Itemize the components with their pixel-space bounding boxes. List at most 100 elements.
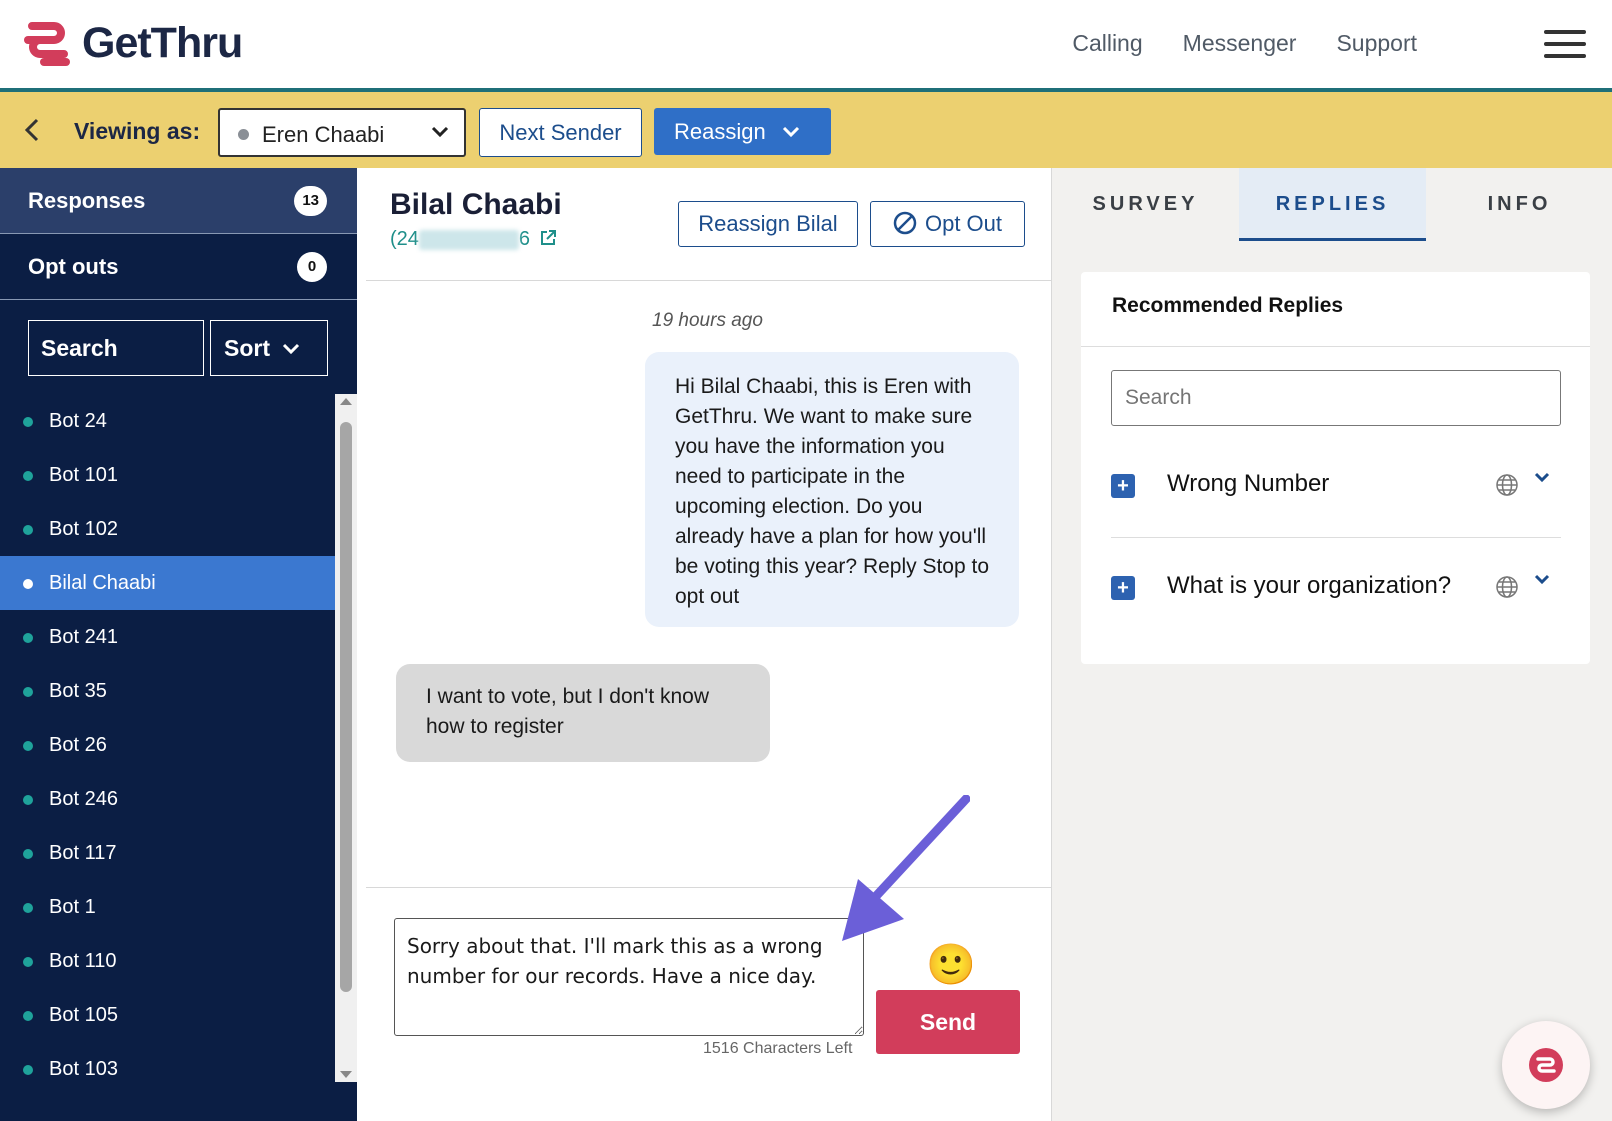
emoji-picker-icon[interactable]: 🙂 bbox=[926, 942, 976, 988]
list-item[interactable]: Bot 26 bbox=[0, 718, 335, 772]
status-dot bbox=[23, 957, 33, 967]
chevron-down-icon[interactable] bbox=[1533, 468, 1551, 492]
sidebar-search-button[interactable]: Search bbox=[28, 320, 204, 376]
outgoing-message: Hi Bilal Chaabi, this is Eren with GetTh… bbox=[645, 352, 1019, 627]
reply-label: Wrong Number bbox=[1167, 470, 1330, 497]
status-dot bbox=[23, 417, 33, 427]
list-item[interactable]: Bot 110 bbox=[0, 934, 335, 988]
list-item-label: Bot 26 bbox=[49, 734, 107, 756]
nav-messenger[interactable]: Messenger bbox=[1183, 30, 1297, 57]
list-item-label: Bilal Chaabi bbox=[49, 572, 156, 594]
opt-outs-count-badge: 0 bbox=[297, 252, 327, 282]
list-item[interactable]: Bilal Chaabi bbox=[0, 556, 335, 610]
status-dot bbox=[23, 471, 33, 481]
nav-support[interactable]: Support bbox=[1336, 30, 1417, 57]
status-dot bbox=[23, 849, 33, 859]
plus-icon[interactable]: + bbox=[1111, 474, 1135, 498]
message-timestamp: 19 hours ago bbox=[652, 310, 763, 331]
list-item-label: Bot 1 bbox=[49, 896, 96, 918]
tab-info[interactable]: INFO bbox=[1426, 168, 1612, 241]
status-dot bbox=[23, 903, 33, 913]
list-item-label: Bot 24 bbox=[49, 410, 107, 432]
list-item-label: Bot 110 bbox=[49, 950, 117, 972]
list-item[interactable]: Bot 246 bbox=[0, 772, 335, 826]
status-dot bbox=[23, 579, 33, 589]
sender-name: Eren Chaabi bbox=[262, 122, 385, 147]
scroll-down-arrow-icon[interactable] bbox=[340, 1071, 352, 1078]
list-item-label: Bot 35 bbox=[49, 680, 107, 702]
reply-item[interactable]: + What is your organization? bbox=[1111, 542, 1561, 640]
redacted-phone bbox=[418, 229, 519, 250]
reassign-contact-button[interactable]: Reassign Bilal bbox=[678, 201, 858, 247]
reply-label: What is your organization? bbox=[1167, 572, 1452, 599]
incoming-message: I want to vote, but I don't know how to … bbox=[396, 664, 770, 762]
contact-name: Bilal Chaabi bbox=[390, 188, 562, 221]
tab-survey[interactable]: SURVEY bbox=[1052, 168, 1239, 241]
back-chevron-icon[interactable] bbox=[22, 116, 42, 151]
send-button[interactable]: Send bbox=[876, 990, 1020, 1054]
list-item-label: Bot 105 bbox=[49, 1004, 118, 1026]
sidebar-sort-button[interactable]: Sort bbox=[210, 320, 328, 376]
right-panel: SURVEY REPLIES INFO Recommended Replies … bbox=[1051, 168, 1612, 1121]
list-item[interactable]: Bot 24 bbox=[0, 394, 335, 448]
tab-opt-outs[interactable]: Opt outs 0 bbox=[0, 234, 357, 300]
reply-item[interactable]: + Wrong Number bbox=[1111, 440, 1561, 538]
list-item[interactable]: Bot 35 bbox=[0, 664, 335, 718]
viewing-as-label: Viewing as: bbox=[74, 118, 201, 144]
message-input[interactable] bbox=[394, 918, 864, 1036]
plus-icon[interactable]: + bbox=[1111, 576, 1135, 600]
compose-area: 1516 Characters Left 🙂 Send bbox=[366, 887, 1051, 1121]
list-item[interactable]: Bot 1 bbox=[0, 880, 335, 934]
scrollbar-thumb[interactable] bbox=[340, 422, 352, 992]
contact-phone-link[interactable]: (24 6 bbox=[390, 228, 557, 251]
status-dot bbox=[23, 525, 33, 535]
list-item-label: Bot 101 bbox=[49, 464, 118, 486]
list-item[interactable]: Bot 101 bbox=[0, 448, 335, 502]
sidebar: Responses 13 Opt outs 0 Search Sort Bot … bbox=[0, 168, 357, 1121]
list-item-label: Bot 102 bbox=[49, 518, 118, 540]
recommended-replies-title: Recommended Replies bbox=[1112, 294, 1344, 317]
nav-calling[interactable]: Calling bbox=[1072, 30, 1142, 57]
list-item-label: Bot 117 bbox=[49, 842, 117, 864]
next-sender-button[interactable]: Next Sender bbox=[479, 108, 642, 157]
chevron-down-icon[interactable] bbox=[1533, 570, 1551, 594]
phone-end: 6 bbox=[518, 228, 531, 250]
sort-label: Sort bbox=[224, 335, 270, 361]
top-header: GetThru Calling Messenger Support bbox=[0, 0, 1612, 92]
list-item[interactable]: Bot 241 bbox=[0, 610, 335, 664]
message-thread: 19 hours ago Hi Bilal Chaabi, this is Er… bbox=[366, 282, 1051, 887]
getthru-logo[interactable]: GetThru bbox=[24, 18, 243, 68]
opt-out-label: Opt Out bbox=[924, 211, 1003, 236]
getthru-logo-icon bbox=[24, 22, 70, 66]
list-item[interactable]: Bot 102 bbox=[0, 502, 335, 556]
scroll-up-arrow-icon[interactable] bbox=[340, 398, 352, 405]
list-item[interactable]: Bot 105 bbox=[0, 988, 335, 1042]
sidebar-scrollbar[interactable] bbox=[335, 394, 357, 1082]
right-panel-tabs: SURVEY REPLIES INFO bbox=[1052, 168, 1612, 241]
status-dot bbox=[23, 741, 33, 751]
list-item[interactable]: Bot 103 bbox=[0, 1042, 335, 1096]
globe-icon bbox=[1496, 576, 1518, 598]
tab-opt-outs-label: Opt outs bbox=[28, 254, 119, 279]
conversation-header: Bilal Chaabi (24 6 Reassign Bilal Opt Out bbox=[366, 168, 1051, 281]
sender-select[interactable]: Eren Chaabi bbox=[218, 108, 466, 157]
chevron-down-icon bbox=[430, 120, 450, 150]
list-item-label: Bot 246 bbox=[49, 788, 118, 810]
globe-icon bbox=[1496, 474, 1518, 496]
status-dot bbox=[23, 687, 33, 697]
help-chat-button[interactable] bbox=[1502, 1021, 1590, 1109]
reassign-button[interactable]: Reassign bbox=[654, 108, 831, 155]
tab-responses-label: Responses bbox=[28, 188, 146, 213]
tab-responses[interactable]: Responses 13 bbox=[0, 168, 357, 234]
tab-replies[interactable]: REPLIES bbox=[1239, 168, 1426, 241]
hamburger-icon[interactable] bbox=[1544, 30, 1586, 58]
opt-out-button[interactable]: Opt Out bbox=[870, 201, 1025, 247]
replies-search-input[interactable] bbox=[1111, 370, 1561, 426]
divider bbox=[1081, 346, 1590, 347]
phone-start: (24 bbox=[390, 228, 419, 250]
getthru-chat-icon bbox=[1529, 1048, 1563, 1082]
list-item[interactable]: Bot 117 bbox=[0, 826, 335, 880]
brand-name: GetThru bbox=[82, 18, 243, 67]
recommended-replies-card: Recommended Replies + Wrong Number + Wha… bbox=[1081, 272, 1590, 664]
chevron-down-icon bbox=[781, 108, 801, 171]
